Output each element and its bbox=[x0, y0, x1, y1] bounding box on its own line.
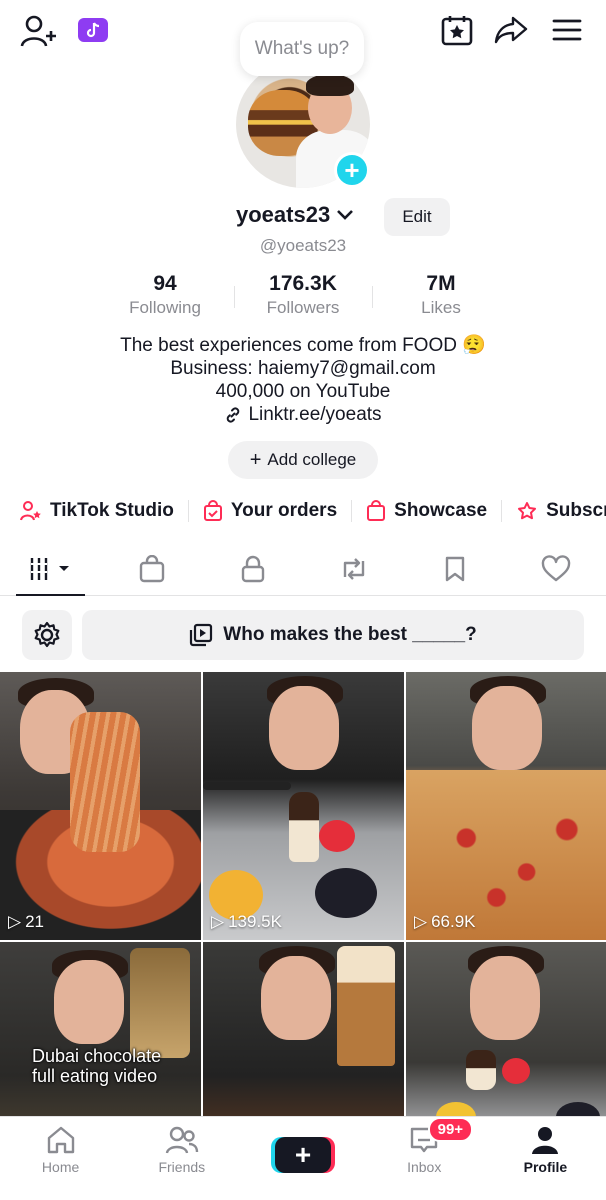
order-bag-icon bbox=[203, 500, 222, 521]
stat-label: Likes bbox=[421, 298, 461, 317]
profile-icon bbox=[532, 1127, 559, 1154]
nav-create[interactable]: + bbox=[242, 1117, 363, 1200]
content-tabs bbox=[0, 542, 606, 596]
video-grid: ▷ 21 ▷ 139.5K ▷ 66.9K Dubai chocolate full … bbox=[0, 672, 606, 1116]
view-count: ▷ 139.5K bbox=[211, 912, 282, 931]
video-tile[interactable]: ▷ 66.9K bbox=[406, 672, 606, 940]
lock-icon bbox=[241, 555, 264, 582]
nav-home[interactable]: Home bbox=[0, 1117, 121, 1200]
stat-following[interactable]: 94 Following bbox=[96, 272, 234, 324]
add-college-label: Add college bbox=[267, 450, 357, 469]
shortcut-label: TikTok Studio bbox=[50, 500, 174, 521]
nav-label: Home bbox=[41, 1159, 80, 1175]
shortcut-showcase[interactable]: Showcase bbox=[366, 500, 503, 522]
stat-followers[interactable]: 176.3K Followers bbox=[234, 272, 372, 324]
home-icon bbox=[47, 1126, 74, 1154]
heart-icon bbox=[541, 554, 570, 581]
nav-label: Inbox bbox=[407, 1159, 442, 1175]
nav-inbox[interactable]: Inbox 99+ bbox=[364, 1117, 485, 1200]
shortcut-tiktok-studio[interactable]: TikTok Studio bbox=[20, 500, 189, 522]
gear-icon bbox=[34, 621, 60, 648]
menu-icon[interactable] bbox=[550, 14, 584, 46]
status-bubble[interactable]: What's up? bbox=[240, 22, 364, 76]
shortcut-label: Subscrip bbox=[546, 500, 606, 521]
videos-grid-icon bbox=[30, 557, 69, 580]
share-icon[interactable] bbox=[494, 14, 528, 46]
shortcut-row: TikTok Studio Your orders Showcase Subsc… bbox=[20, 496, 606, 526]
link-icon bbox=[227, 406, 240, 423]
inbox-badge: 99+ bbox=[427, 1117, 474, 1142]
edit-profile-button[interactable]: Edit bbox=[384, 198, 450, 236]
add-college-button[interactable]: + Add college bbox=[228, 441, 378, 479]
nav-label: Profile bbox=[523, 1159, 568, 1175]
bio-line: The best experiences come from FOOD 😮‍💨 bbox=[120, 335, 486, 356]
tab-videos[interactable] bbox=[0, 542, 101, 596]
play-icon: ▷ bbox=[414, 912, 428, 931]
nav-profile[interactable]: Profile bbox=[485, 1117, 606, 1200]
profile-bio: The best experiences come from FOOD 😮‍💨 … bbox=[0, 334, 606, 430]
bio-link[interactable]: Linktr.ee/yoeats bbox=[224, 403, 382, 426]
plus-icon: + bbox=[249, 448, 262, 471]
username-switcher[interactable]: yoeats23 bbox=[236, 202, 354, 228]
tab-favorites[interactable] bbox=[404, 542, 505, 595]
shopping-bag-icon bbox=[139, 554, 164, 582]
stat-value: 176.3K bbox=[269, 272, 337, 295]
nav-friends[interactable]: Friends bbox=[121, 1117, 242, 1200]
shortcut-label: Your orders bbox=[230, 500, 338, 521]
tab-reposts[interactable] bbox=[303, 542, 404, 595]
stat-value: 94 bbox=[153, 272, 177, 295]
chevron-down-icon bbox=[337, 210, 354, 220]
view-count: ▷ 21 bbox=[8, 912, 44, 931]
user-handle: @yoeats23 bbox=[259, 236, 347, 255]
bottom-nav: Home Friends + Inbox 99+ Profile bbox=[0, 1116, 606, 1200]
stat-label: Following bbox=[129, 298, 201, 317]
bio-line: 400,000 on YouTube bbox=[215, 381, 391, 402]
stat-value: 7M bbox=[426, 272, 456, 295]
calendar-star-icon[interactable] bbox=[440, 14, 474, 46]
tab-liked[interactable] bbox=[505, 542, 606, 595]
add-friend-icon[interactable] bbox=[20, 14, 56, 48]
video-tile[interactable] bbox=[203, 942, 404, 1116]
play-stack-icon bbox=[190, 623, 213, 647]
tab-shop[interactable] bbox=[101, 542, 202, 595]
play-icon: ▷ bbox=[211, 912, 225, 931]
play-icon: ▷ bbox=[8, 912, 22, 931]
repost-icon bbox=[343, 557, 364, 580]
video-tile[interactable]: ▷ 21 bbox=[0, 672, 201, 940]
tiktok-app-icon[interactable] bbox=[78, 18, 108, 42]
subscription-icon bbox=[518, 502, 537, 520]
settings-button[interactable] bbox=[22, 610, 72, 660]
video-tile[interactable]: Dubai chocolate full eating video bbox=[0, 942, 201, 1116]
question-prompt-button[interactable]: Who makes the best _____? bbox=[82, 610, 584, 660]
create-plus-icon: + bbox=[275, 1137, 331, 1173]
person-star-icon bbox=[20, 501, 41, 521]
username: yoeats23 bbox=[236, 202, 331, 227]
view-count: ▷ 66.9K bbox=[414, 912, 476, 931]
video-caption: Dubai chocolate full eating video bbox=[32, 1046, 162, 1086]
add-story-button[interactable]: + bbox=[334, 152, 370, 188]
stat-label: Followers bbox=[266, 298, 340, 317]
shopping-bag-icon bbox=[367, 500, 386, 521]
shortcut-your-orders[interactable]: Your orders bbox=[203, 500, 353, 522]
nav-label: Friends bbox=[158, 1159, 206, 1175]
tab-private[interactable] bbox=[202, 542, 303, 595]
bio-link-text: Linktr.ee/yoeats bbox=[248, 404, 382, 425]
bookmark-icon bbox=[445, 556, 464, 581]
shortcut-label: Showcase bbox=[394, 500, 488, 521]
friends-icon bbox=[165, 1126, 198, 1154]
video-tile[interactable]: ▷ 139.5K bbox=[203, 672, 404, 940]
shortcut-subscription[interactable]: Subscrip bbox=[516, 500, 606, 522]
bio-line: Business: haiemy7@gmail.com bbox=[170, 358, 436, 379]
video-tile[interactable] bbox=[406, 942, 606, 1116]
profile-stats: 94 Following 176.3K Followers 7M Likes bbox=[96, 272, 510, 324]
stat-likes[interactable]: 7M Likes bbox=[372, 272, 510, 324]
prompt-text: Who makes the best _____? bbox=[223, 624, 477, 645]
